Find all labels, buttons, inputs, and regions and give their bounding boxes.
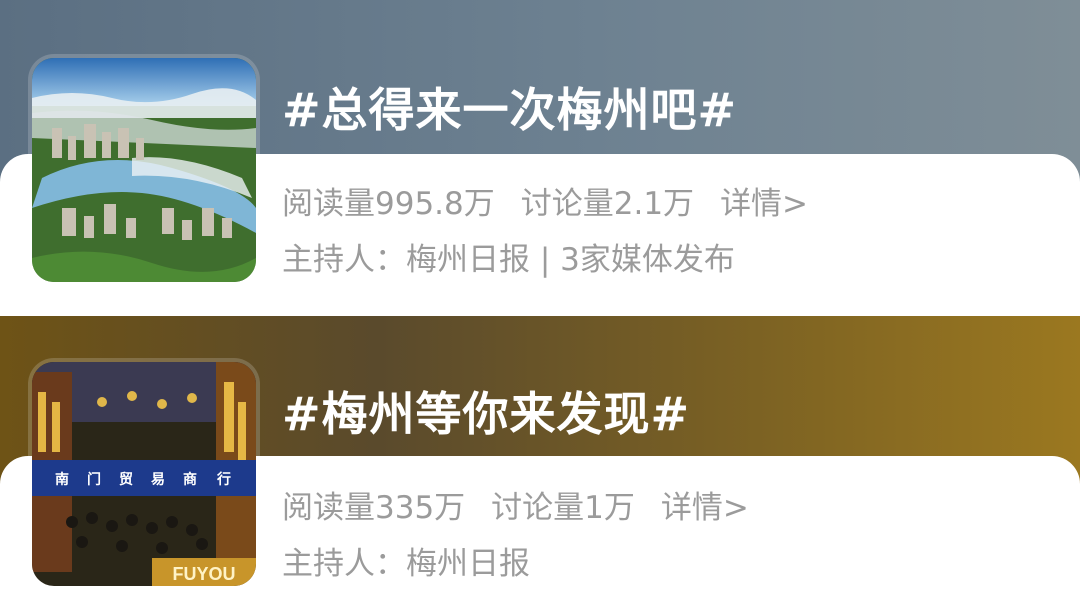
topic-host: 主持人：梅州日报	[282, 546, 530, 582]
topic-stats: 阅读量335万 讨论量1万 详情>	[282, 482, 749, 527]
details-link[interactable]: 详情>	[720, 186, 808, 222]
topic-thumbnail-city-aerial[interactable]	[32, 58, 256, 282]
discussion-count: 讨论量2.1万	[520, 186, 695, 222]
read-count: 阅读量335万	[282, 490, 466, 526]
discussion-count: 讨论量1万	[491, 490, 635, 526]
svg-text:易: 易	[151, 471, 165, 487]
read-count: 阅读量995.8万	[282, 186, 495, 222]
svg-text:行: 行	[216, 471, 231, 487]
night-street-image: 南 门 贸 易 商 行 FUYOU	[32, 362, 256, 586]
fuyou-banner-text: FUYOU	[173, 564, 236, 584]
svg-text:贸: 贸	[119, 471, 133, 487]
svg-text:南: 南	[55, 471, 69, 487]
city-aerial-image	[32, 58, 256, 282]
details-link[interactable]: 详情>	[661, 490, 749, 526]
topic-card-meizhou-1[interactable]: #总得来一次梅州吧# 阅读量995.8万 讨论量2.1万 详情> 主持人：梅州日报 …	[0, 0, 1080, 300]
topic-stats: 阅读量995.8万 讨论量2.1万 详情>	[282, 178, 808, 223]
svg-text:门: 门	[87, 471, 101, 487]
topic-card-meizhou-2[interactable]: 南 门 贸 易 商 行 FUYOU #梅州等你来发现# 阅读量335万 讨论量1万…	[0, 316, 1080, 610]
topic-thumbnail-night-street[interactable]: 南 门 贸 易 商 行 FUYOU	[32, 362, 256, 586]
card-separator	[0, 300, 1080, 316]
svg-text:商: 商	[183, 471, 197, 487]
topic-title[interactable]: #总得来一次梅州吧#	[282, 74, 737, 140]
topic-title[interactable]: #梅州等你来发现#	[282, 378, 690, 444]
topic-host: 主持人：梅州日报 | 3家媒体发布	[282, 242, 735, 278]
